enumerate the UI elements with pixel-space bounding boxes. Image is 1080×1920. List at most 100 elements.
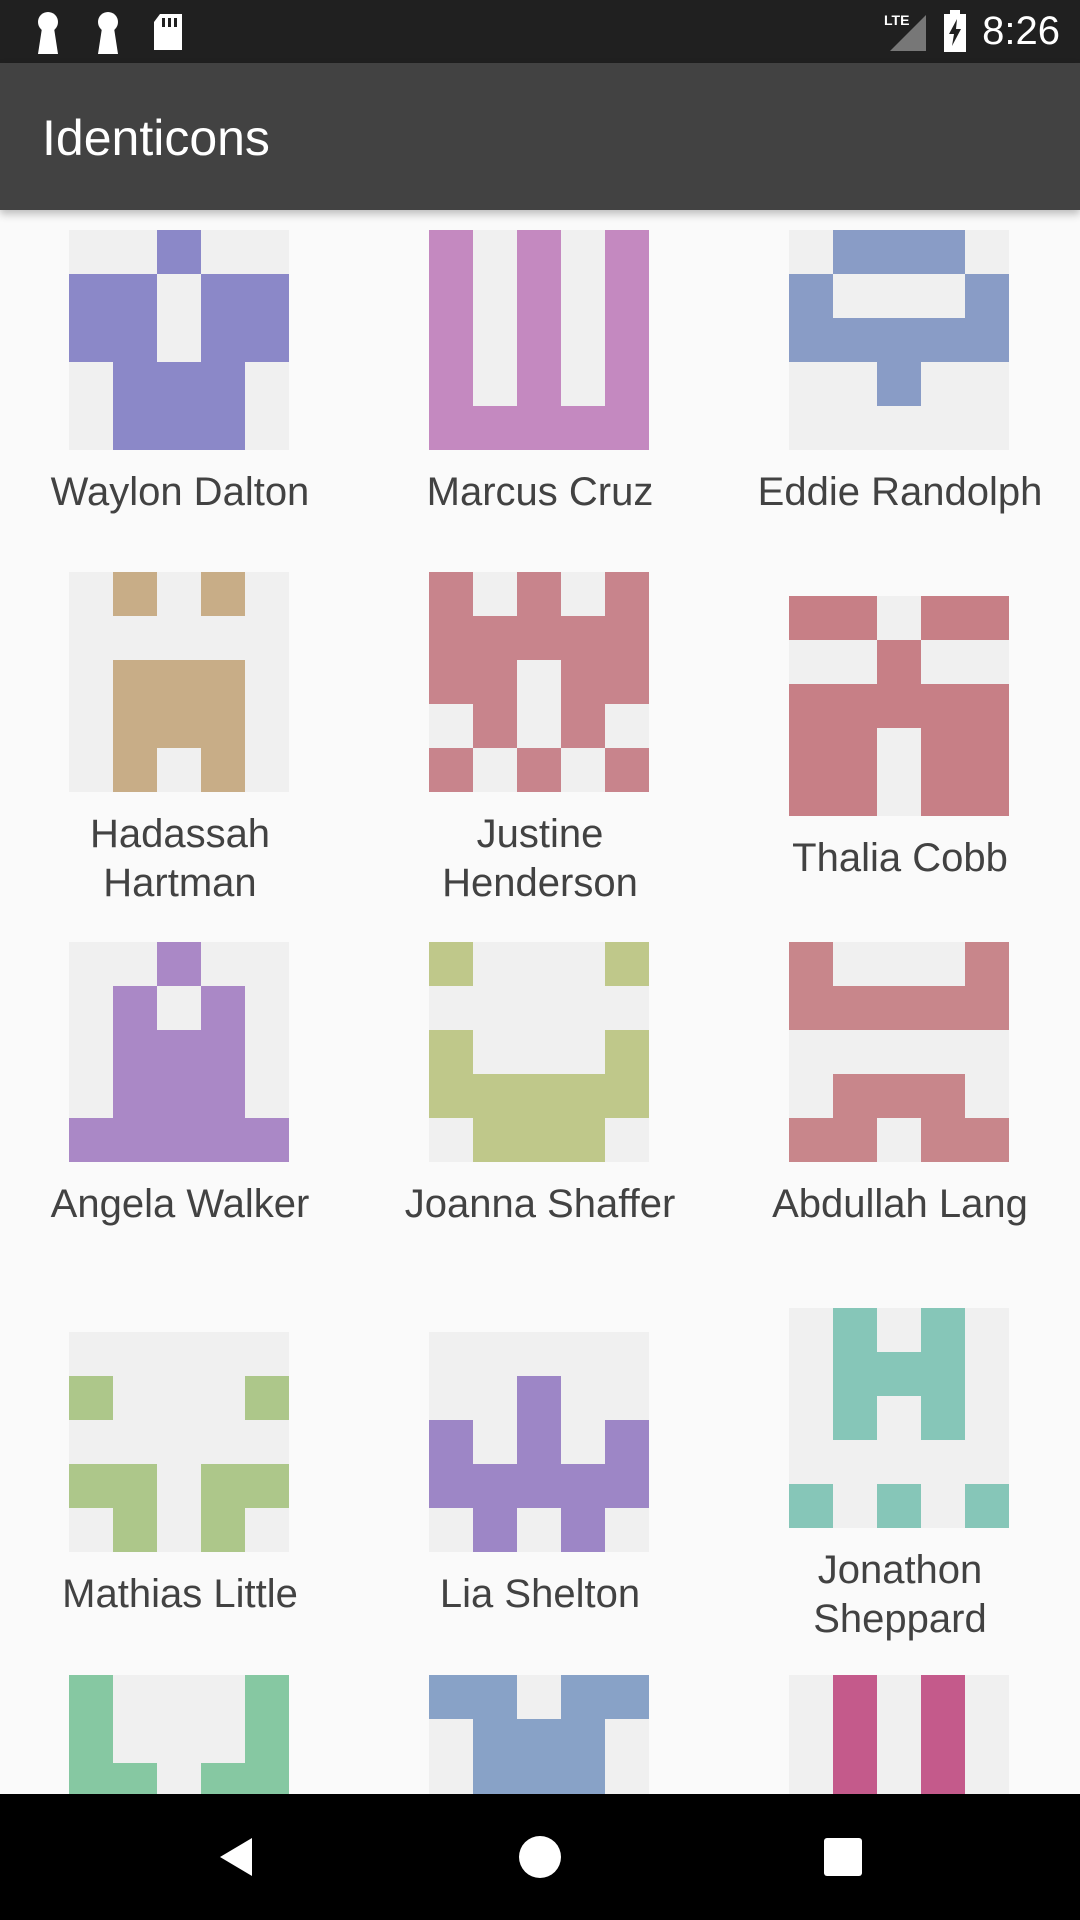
identicon-cell [789,728,833,772]
contact-name: Hadassah [89,812,271,856]
identicon-avatar [69,1332,289,1552]
identicon-cell [157,660,201,704]
identicon-cell [201,748,245,792]
identicon-cell [201,1118,245,1162]
identicon-cell [429,1464,473,1508]
identicon-cell [69,318,113,362]
identicon-cell [517,1763,561,1794]
identicon-cell [113,1464,157,1508]
identicon-cell [517,1719,561,1763]
recents-icon[interactable] [810,1824,876,1890]
contact-name: Lia Shelton [439,1572,641,1616]
navigation-bar [0,1794,1080,1920]
identicon-cell [833,684,877,728]
identicon-cell [561,1675,605,1719]
identicon-cell [157,406,201,450]
identicon-cell [833,986,877,1030]
back-icon[interactable] [204,1824,270,1890]
identicon-cell [789,684,833,728]
identicon-cell [921,1719,965,1763]
identicon-cell [429,318,473,362]
identicon-cell [473,1763,517,1794]
identicon-avatar [789,596,1009,816]
identicon-cell [605,274,649,318]
identicon-cell [965,728,1009,772]
identicon-cell [245,1719,289,1763]
contact-name: Sheppard [813,1597,987,1641]
identicon-cell [429,748,473,792]
identicon-cell [245,1675,289,1719]
identicon-cell [833,728,877,772]
identicon-cell [113,1118,157,1162]
identicon-cell [561,704,605,748]
identicon-cell [201,362,245,406]
identicon-cell [245,1763,289,1794]
contact-name: Joanna Shaffer [404,1182,676,1226]
identicon-cell [789,318,833,362]
identicon-cell [921,318,965,362]
identicon-cell [517,274,561,318]
identicon-cell [157,230,201,274]
identicon-cell [605,942,649,986]
identicon-cell [605,362,649,406]
page-title: Identicons [42,110,270,166]
identicon-cell [965,1484,1009,1528]
identicon-cell [921,986,965,1030]
identicon-cell [157,362,201,406]
identicon-cell [201,704,245,748]
identicon-cell [429,1030,473,1074]
identicon-cell [605,230,649,274]
contact-name: Abdullah Lang [772,1182,1028,1226]
identicon-cell [157,1030,201,1074]
identicon-cell [789,986,833,1030]
identicon-avatar [429,942,649,1162]
home-icon[interactable] [507,1824,573,1890]
identicon-cell [833,772,877,816]
identicon-cell [561,406,605,450]
identicon-cell [429,660,473,704]
identicon-cell [69,1464,113,1508]
identicon-cell [473,1508,517,1552]
identicon-cell [877,1074,921,1118]
status-clock: 8:26 [982,8,1060,53]
identicon-cell [473,1074,517,1118]
identicon-cell [113,362,157,406]
identicon-cell [429,1675,473,1719]
identicon-cell [201,1074,245,1118]
identicon-cell [921,728,965,772]
identicon-cell [201,572,245,616]
identicon-avatar [429,1332,649,1552]
identicon-cell [877,640,921,684]
identicon-cell [561,1719,605,1763]
identicon-cell [473,616,517,660]
identicon-cell [561,1763,605,1794]
identicon-avatar [69,230,289,450]
identicon-cell [877,318,921,362]
identicon-cell [877,1484,921,1528]
identicon-cell [789,1118,833,1162]
identicon-cell [201,1464,245,1508]
identicon-cell [921,1763,965,1794]
identicon-cell [201,660,245,704]
identicon-cell [473,660,517,704]
identicon-cell [245,1118,289,1162]
identicon-cell [429,230,473,274]
identicon-cell [965,596,1009,640]
contact-name: Mathias Little [62,1572,298,1616]
identicon-cell [517,1118,561,1162]
identicon-cell [877,362,921,406]
identicon-cell [921,1074,965,1118]
identicon-cell [113,1508,157,1552]
identicon-cell [113,1074,157,1118]
identicon-avatar [789,1675,1009,1794]
status-left-icons [30,10,186,54]
identicon-cell [201,1508,245,1552]
identicon-cell [201,318,245,362]
identicon-cell [921,1118,965,1162]
identicon-cell [429,572,473,616]
identicon-cell [69,1376,113,1420]
identicon-cell [113,748,157,792]
identicon-avatar [789,230,1009,450]
identicon-cell [877,230,921,274]
status-bar: LTE 8:26 [0,0,1080,63]
